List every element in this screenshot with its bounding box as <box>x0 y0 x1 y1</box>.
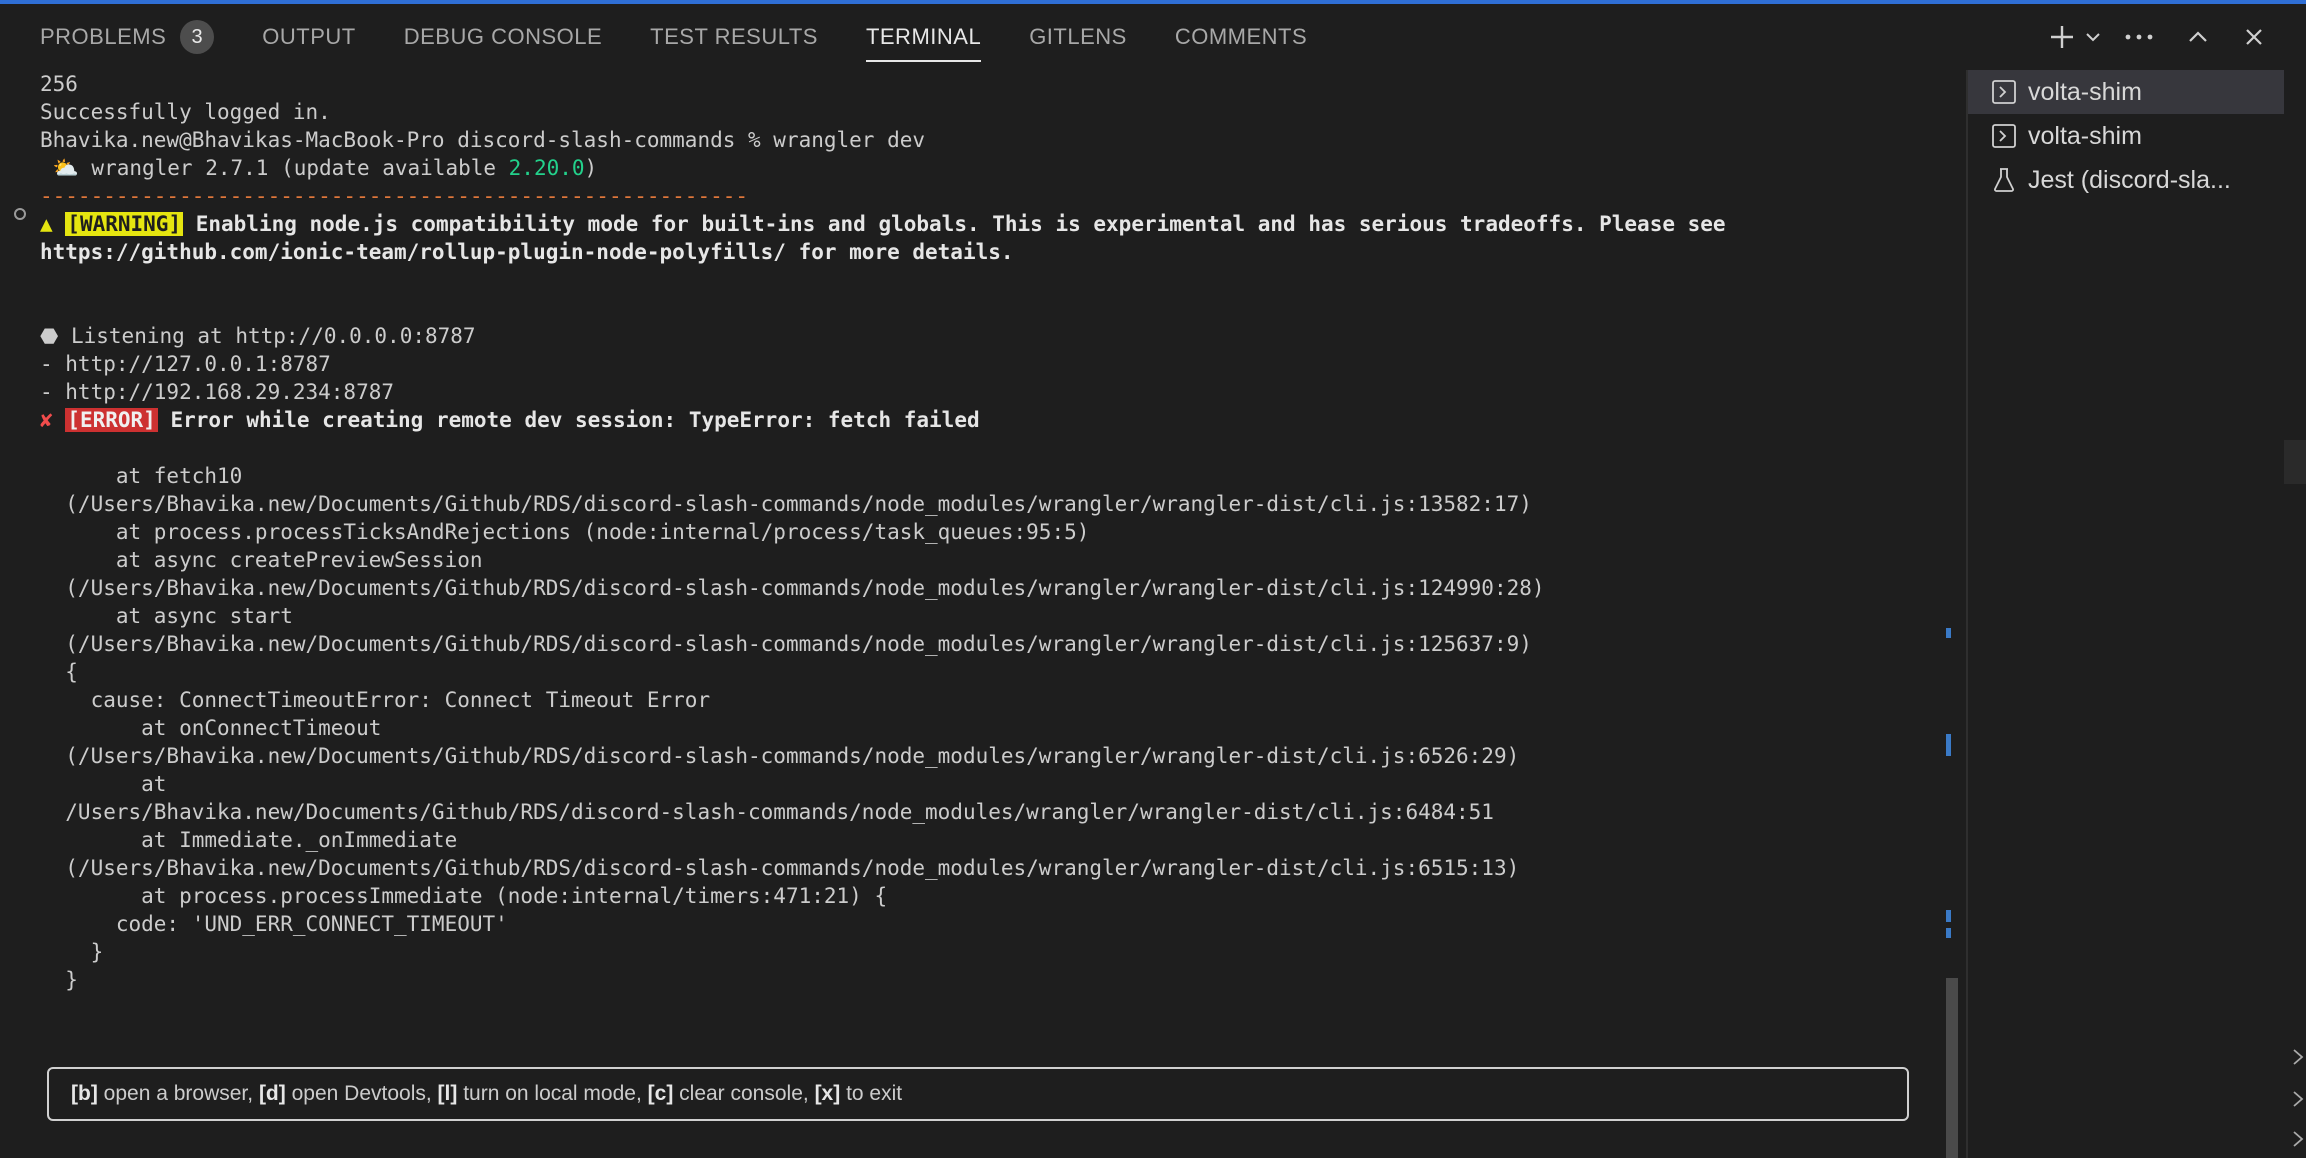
stack-line: } <box>40 940 104 964</box>
hotkey-l: [l] <box>437 1082 458 1105</box>
chevron-down-icon[interactable] <box>2084 28 2102 46</box>
more-actions-icon[interactable] <box>2124 32 2154 42</box>
terminal-list-item[interactable]: volta-shim <box>1968 70 2284 114</box>
problems-count-badge: 3 <box>180 20 215 54</box>
stack-line: { <box>40 660 78 684</box>
warning-icon: ▲ <box>40 212 66 236</box>
terminal-line: Successfully logged in. <box>40 100 331 124</box>
edge-scroll-indicator <box>2284 440 2306 484</box>
stack-line: } <box>40 968 78 992</box>
stack-line: at onConnectTimeout <box>40 716 382 740</box>
panel-tabs: PROBLEMS 3 OUTPUT DEBUG CONSOLE TEST RES… <box>0 4 1355 70</box>
overview-ruler-mark <box>1946 628 1951 638</box>
overview-ruler-mark <box>1946 734 1951 756</box>
wrangler-hotkeys-box: [b] open a browser, [d] open Devtools, [… <box>47 1067 1909 1121</box>
hotkey-b: [b] <box>71 1082 98 1105</box>
warning-tag: [WARNING] <box>65 212 184 236</box>
tab-test-results[interactable]: TEST RESULTS <box>650 4 818 70</box>
hotkey-x: [x] <box>814 1082 841 1105</box>
tab-comments[interactable]: COMMENTS <box>1175 4 1307 70</box>
stack-line[interactable]: (/Users/Bhavika.new/Documents/Github/RDS… <box>40 574 1940 602</box>
stack-line: at <box>40 772 167 796</box>
stack-line: at fetch10 <box>40 464 243 488</box>
terminal-icon <box>1990 122 2018 150</box>
listening-line[interactable]: ⬣ Listening at http://0.0.0.0:8787 <box>40 322 1940 350</box>
chevron-up-icon[interactable] <box>2186 25 2210 49</box>
panel-actions <box>2048 4 2266 70</box>
terminal-list-item[interactable]: Jest (discord-sla... <box>1968 158 2284 202</box>
chevron-right-icon[interactable] <box>2290 1128 2306 1150</box>
terminal-output[interactable]: 256 Successfully logged in. Bhavika.new@… <box>0 70 1946 1158</box>
wrangler-version-line: ⛅ wrangler 2.7.1 (update available 2.20.… <box>40 156 598 180</box>
error-line: ✘ [ERROR] Error while creating remote de… <box>40 408 980 432</box>
stack-line[interactable]: (/Users/Bhavika.new/Documents/Github/RDS… <box>40 630 1940 658</box>
warning-line[interactable]: https://github.com/ionic-team/rollup-plu… <box>40 238 1940 266</box>
panel-tab-bar: PROBLEMS 3 OUTPUT DEBUG CONSOLE TEST RES… <box>0 4 2306 70</box>
overview-ruler-mark <box>1946 910 1951 922</box>
tab-gitlens[interactable]: GITLENS <box>1029 4 1127 70</box>
tab-problems[interactable]: PROBLEMS 3 <box>40 4 215 70</box>
stack-line[interactable]: (/Users/Bhavika.new/Documents/Github/RDS… <box>40 490 1940 518</box>
warning-line: ▲ [WARNING] Enabling node.js compatibili… <box>40 212 1726 236</box>
terminal-tabs-list: volta-shim volta-shim Jest (discord-sla.… <box>1968 70 2306 1158</box>
hotkey-d: [d] <box>258 1082 286 1105</box>
close-icon[interactable] <box>2242 25 2266 49</box>
terminal-list-item[interactable]: volta-shim <box>1968 114 2284 158</box>
stack-line: at Immediate._onImmediate <box>40 828 458 852</box>
stack-line: at process.processImmediate (node:intern… <box>40 884 888 908</box>
terminal-prompt-line: Bhavika.new@Bhavikas-MacBook-Pro discord… <box>40 128 926 152</box>
stack-line: at process.processTicksAndRejections (no… <box>40 520 1090 544</box>
local-url-line[interactable]: - http://127.0.0.1:8787 <box>40 350 1940 378</box>
chevron-right-icon[interactable] <box>2290 1088 2306 1110</box>
error-icon: ✘ <box>40 408 66 432</box>
command-decoration-icon[interactable] <box>14 208 26 220</box>
new-terminal-plus-icon[interactable] <box>2048 23 2076 51</box>
terminal-icon <box>1990 78 2018 106</box>
terminal-line: 256 <box>40 72 78 96</box>
stack-line[interactable]: (/Users/Bhavika.new/Documents/Github/RDS… <box>40 742 1940 770</box>
stack-line: at async createPreviewSession <box>40 548 483 572</box>
terminal-lines: 256 Successfully logged in. Bhavika.new@… <box>40 70 1940 994</box>
stack-line: cause: ConnectTimeoutError: Connect Time… <box>40 688 711 712</box>
hotkey-c: [c] <box>647 1082 674 1105</box>
local-url-line[interactable]: - http://192.168.29.234:8787 <box>40 378 1940 406</box>
tab-output[interactable]: OUTPUT <box>262 4 355 70</box>
stack-line[interactable]: (/Users/Bhavika.new/Documents/Github/RDS… <box>40 854 1940 882</box>
dashes-line: ----------------------------------------… <box>40 184 749 208</box>
terminal-scrollbar-thumb[interactable] <box>1946 978 1958 1158</box>
stack-line[interactable]: /Users/Bhavika.new/Documents/Github/RDS/… <box>40 798 1940 826</box>
overview-ruler-mark <box>1946 928 1951 938</box>
stack-line: at async start <box>40 604 293 628</box>
chevron-right-icon[interactable] <box>2290 1046 2306 1068</box>
beaker-icon <box>1990 166 2018 194</box>
stack-line: code: 'UND_ERR_CONNECT_TIMEOUT' <box>40 912 508 936</box>
tab-debug-console[interactable]: DEBUG CONSOLE <box>404 4 602 70</box>
tab-terminal[interactable]: TERMINAL <box>865 4 982 70</box>
error-tag: [ERROR] <box>65 408 158 432</box>
